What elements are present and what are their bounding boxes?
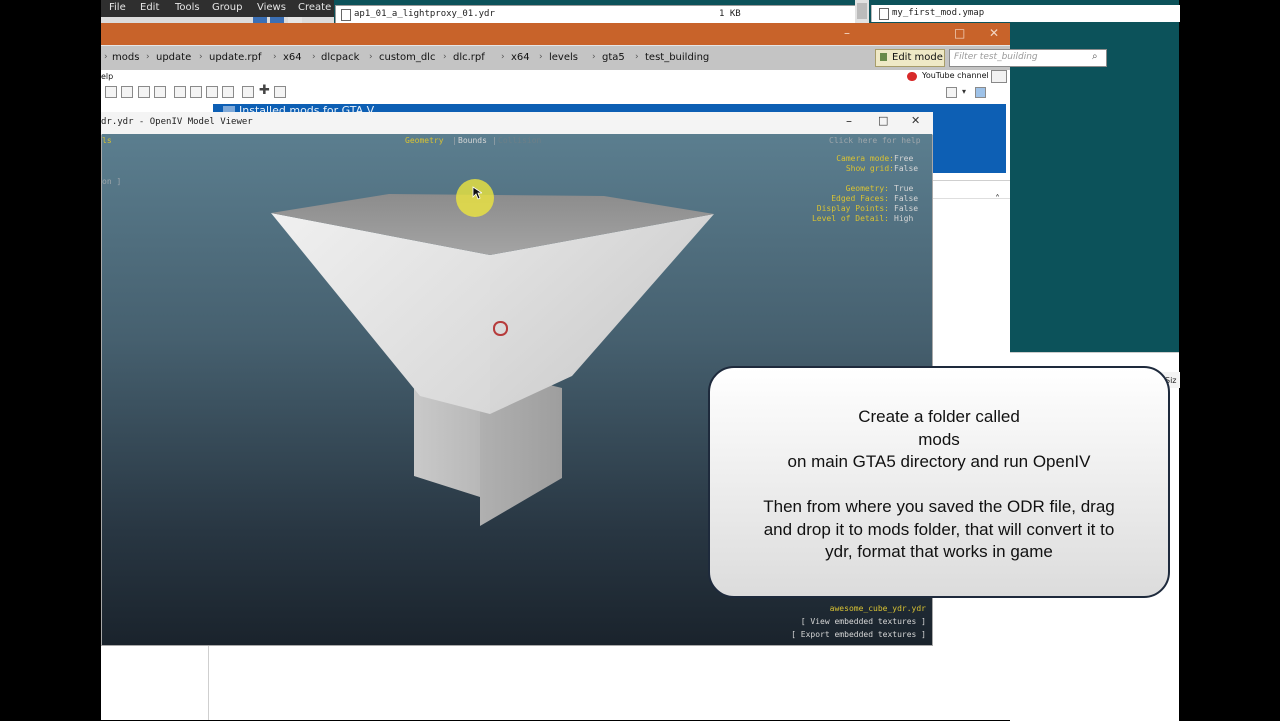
breadcrumb-custom-dlc[interactable]: custom_dlc <box>379 52 435 63</box>
camera-mode-label: Camera mode: <box>836 154 894 163</box>
breadcrumb-test-building[interactable]: test_building <box>645 52 709 63</box>
minimize-button[interactable]: – <box>846 114 852 128</box>
edit-mode-button[interactable]: Edit mode <box>875 49 945 67</box>
menu-file[interactable]: File <box>109 2 126 13</box>
file-name: ap1_01_a_lightproxy_01.ydr <box>354 9 495 19</box>
model-viewer-title-bar[interactable]: dr.ydr - OpenIV Model Viewer – □ ✕ <box>101 112 933 135</box>
model-file-name: awesome_cube_ydr.ydr <box>829 604 926 613</box>
tab-geometry[interactable]: Geometry <box>405 136 444 145</box>
breadcrumb-dlc-rpf[interactable]: dlc.rpf <box>453 52 485 63</box>
callout-line-6: and drop it to mods folder, that will co… <box>763 519 1115 539</box>
rename-icon[interactable] <box>242 86 254 98</box>
tutorial-callout: Create a folder called mods on main GTA5… <box>708 366 1170 598</box>
breadcrumb-update[interactable]: update <box>156 52 191 63</box>
filter-placeholder: Filter test_building <box>954 52 1038 62</box>
file-icon <box>879 8 889 20</box>
panel-divider <box>208 646 209 720</box>
app-menu-bar: File Edit Tools Group Views Create <box>101 0 334 17</box>
extract-icon[interactable] <box>222 86 234 98</box>
divider <box>933 180 1010 181</box>
file-icon <box>341 9 351 21</box>
maximize-button[interactable]: □ <box>954 26 965 40</box>
menu-views[interactable]: Views <box>257 2 286 13</box>
lod-value[interactable]: High <box>894 214 913 223</box>
openiv-title-bar[interactable]: – □ ✕ <box>101 23 1010 45</box>
replace-icon[interactable] <box>174 86 186 98</box>
filter-input[interactable]: Filter test_building ⌕ <box>949 49 1107 67</box>
breadcrumb-mods[interactable]: mods <box>112 52 139 63</box>
breadcrumb-gta5[interactable]: gta5 <box>602 52 625 63</box>
export-icon[interactable] <box>190 86 202 98</box>
breadcrumb-x64[interactable]: x64 <box>283 52 302 63</box>
document-edit-icon[interactable] <box>154 86 166 98</box>
left-link-fragment[interactable]: on ] <box>102 177 121 186</box>
close-button[interactable]: ✕ <box>989 26 999 40</box>
tab-separator: | <box>492 136 497 145</box>
callout-line-2: mods <box>918 429 960 449</box>
callout-line-1: Create a folder called <box>858 407 1020 426</box>
display-points-label: Display Points: <box>816 204 889 213</box>
camera-mode-value[interactable]: Free <box>894 154 913 163</box>
youtube-channel-link[interactable]: YouTube channel <box>922 71 989 80</box>
lod-label: Level of Detail: <box>811 214 889 223</box>
collapse-chevron-icon[interactable]: ˄ <box>995 194 1000 205</box>
scrollbar-thumb[interactable] <box>857 3 867 19</box>
file-row[interactable]: ap1_01_a_lightproxy_01.ydr 1 KB <box>335 5 857 24</box>
open-file-icon[interactable] <box>121 86 133 98</box>
ymap-file-name: my_first_mod.ymap <box>892 8 985 18</box>
minimize-button[interactable]: – <box>844 26 850 40</box>
edged-faces-value[interactable]: False <box>894 194 918 203</box>
display-points-value[interactable]: False <box>894 204 918 213</box>
tab-collision[interactable]: Collision <box>498 136 541 145</box>
callout-line-3: on main GTA5 directory and run OpenIV <box>787 452 1091 471</box>
breadcrumb: › mods › update › update.rpf › x64 › dlc… <box>101 45 1107 71</box>
menu-create[interactable]: Create <box>298 2 331 13</box>
window-mode-icon[interactable] <box>991 70 1007 83</box>
edit-mode-label: Edit mode <box>892 52 943 63</box>
close-button[interactable]: ✕ <box>911 114 920 127</box>
chevron-down-icon[interactable]: ▾ <box>962 87 966 96</box>
mouse-cursor-icon <box>472 186 482 200</box>
edged-faces-label: Edged Faces: <box>831 194 889 203</box>
callout-line-5: Then from where you saved the ODR file, … <box>763 497 1115 516</box>
document-icon[interactable] <box>138 86 150 98</box>
geometry-label: Geometry: <box>845 184 889 193</box>
ymap-file-row[interactable]: my_first_mod.ymap <box>871 5 1180 22</box>
delete-icon[interactable] <box>274 86 286 98</box>
breadcrumb-dlcpack[interactable]: dlcpack <box>321 52 359 63</box>
youtube-icon <box>907 72 917 81</box>
breadcrumb-update-rpf[interactable]: update.rpf <box>209 52 261 63</box>
help-link[interactable]: Click here for help <box>829 136 921 145</box>
model-viewer-title: dr.ydr - OpenIV Model Viewer <box>101 117 253 127</box>
view-mode-icon[interactable] <box>946 87 957 98</box>
geometry-value[interactable]: True <box>894 184 913 193</box>
import-icon[interactable] <box>206 86 218 98</box>
breadcrumb-levels[interactable]: levels <box>549 52 578 63</box>
export-textures-link[interactable]: [ Export embedded textures ] <box>791 630 926 639</box>
details-view-icon[interactable] <box>975 87 986 98</box>
add-icon[interactable]: ✚ <box>259 84 270 97</box>
edit-icon <box>880 53 887 61</box>
new-file-icon[interactable] <box>105 86 117 98</box>
callout-line-7: ydr, format that works in game <box>825 542 1053 561</box>
file-size: 1 KB <box>719 9 741 19</box>
menu-tools[interactable]: Tools <box>175 2 200 13</box>
openiv-toolbar: elp ✚ ▾ <box>101 70 1010 104</box>
view-textures-link[interactable]: [ View embedded textures ] <box>801 617 926 626</box>
menu-edit[interactable]: Edit <box>140 2 159 13</box>
breadcrumb-x64-2[interactable]: x64 <box>511 52 530 63</box>
show-grid-label: Show grid: <box>845 164 894 173</box>
tab-bounds[interactable]: Bounds <box>458 136 487 145</box>
tab-separator: | <box>452 136 457 145</box>
show-grid-value[interactable]: False <box>894 164 918 173</box>
callout-line-4 <box>710 474 1168 497</box>
search-icon[interactable]: ⌕ <box>1092 51 1098 62</box>
menu-help-fragment[interactable]: elp <box>101 72 113 81</box>
left-panel-fragment[interactable]: ls <box>102 136 112 145</box>
pivot-marker-icon <box>493 321 508 336</box>
menu-group[interactable]: Group <box>212 2 242 13</box>
maximize-button[interactable]: □ <box>878 114 888 127</box>
